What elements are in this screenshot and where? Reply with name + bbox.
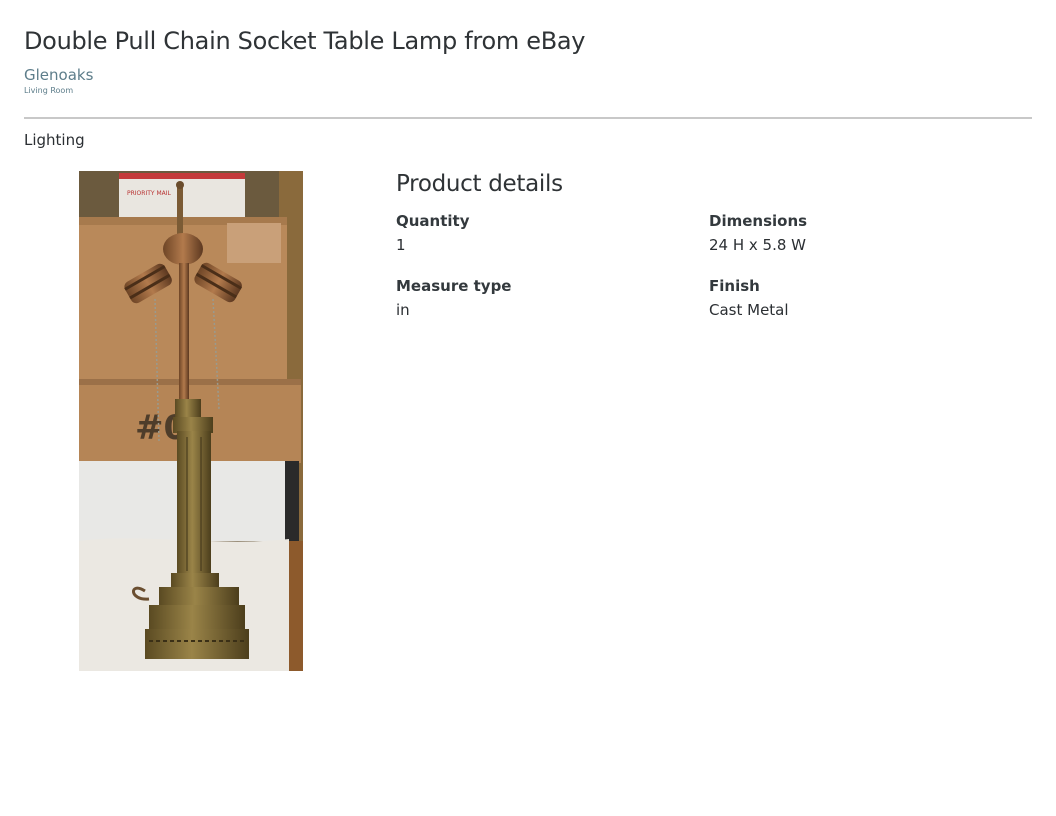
header-divider	[24, 117, 1032, 119]
category-label: Lighting	[24, 131, 85, 149]
project-link[interactable]: Glenoaks	[24, 66, 93, 84]
measure-type-label: Measure type	[396, 277, 512, 295]
finish-value: Cast Metal	[709, 301, 789, 319]
quantity-label: Quantity	[396, 212, 470, 230]
dimensions-label: Dimensions	[709, 212, 808, 230]
product-image: PRIORITY MAIL #0	[79, 171, 303, 671]
room-label: Living Room	[24, 86, 74, 95]
measure-type-value: in	[396, 301, 410, 319]
dimensions-value: 24 H x 5.8 W	[709, 236, 807, 254]
quantity-value: 1	[396, 236, 406, 254]
dimensions-detail: Dimensions 24 H x 5.8 W	[709, 212, 807, 254]
box-label-text: PRIORITY MAIL	[127, 190, 172, 197]
finish-detail: Finish Cast Metal	[709, 277, 789, 319]
quantity-detail: Quantity 1	[396, 212, 470, 254]
product-details-heading: Product details	[396, 171, 563, 197]
measure-type-detail: Measure type in	[396, 277, 511, 319]
finish-label: Finish	[709, 277, 760, 295]
page-title: Double Pull Chain Socket Table Lamp from…	[24, 27, 586, 55]
